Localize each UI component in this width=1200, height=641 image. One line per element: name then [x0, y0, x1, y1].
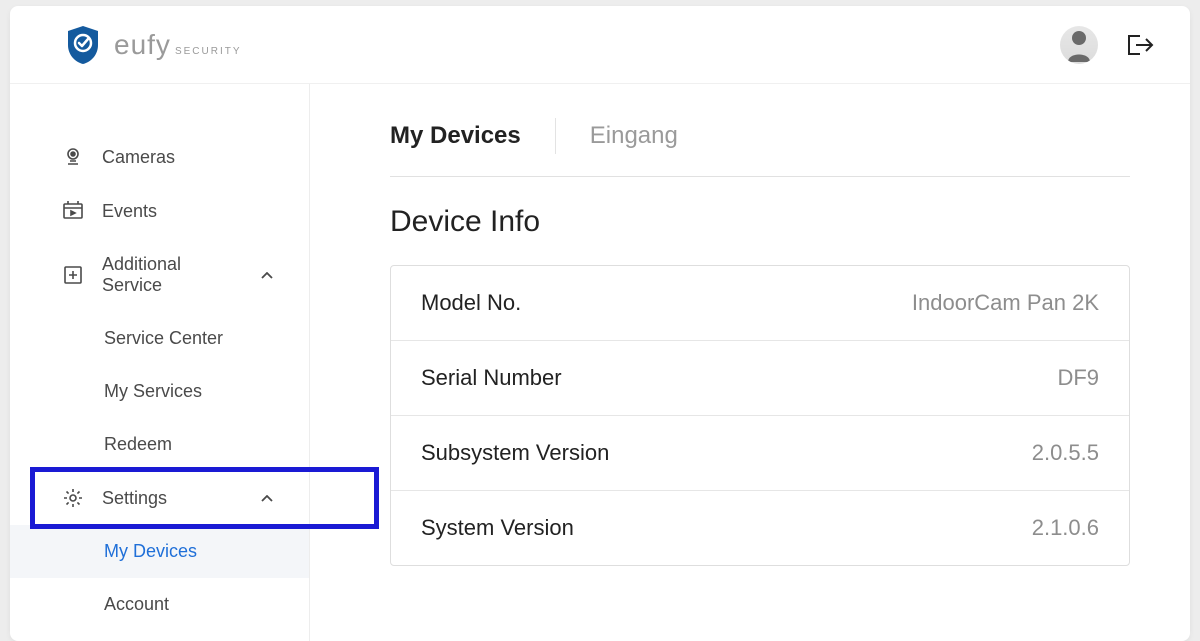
sidebar-item-label: Settings [102, 488, 167, 509]
chevron-up-icon [261, 490, 273, 506]
sidebar-sub-label: Account [104, 594, 169, 614]
info-row-subsystem: Subsystem Version 2.0.5.5 [391, 416, 1129, 491]
sidebar-item-label: Events [102, 201, 157, 222]
sidebar-sub-label: My Devices [104, 541, 197, 561]
main: My Devices Eingang Device Info Model No.… [310, 84, 1190, 641]
sidebar-sub-label: My Services [104, 381, 202, 401]
chevron-up-icon [261, 267, 273, 283]
info-value: DF9 [1057, 365, 1099, 391]
logout-icon[interactable] [1126, 33, 1154, 57]
tab-eingang[interactable]: Eingang [590, 122, 678, 150]
info-row-system: System Version 2.1.0.6 [391, 491, 1129, 565]
sidebar-item-label: Cameras [102, 147, 175, 168]
sidebar-sub-label: Redeem [104, 434, 172, 454]
sidebar-item-label: Additional Service [102, 254, 243, 296]
sidebar: Cameras Events [10, 84, 310, 641]
sidebar-sub-account[interactable]: Account [10, 578, 309, 631]
header: eufySECURITY [10, 6, 1190, 84]
device-info-card: Model No. IndoorCam Pan 2K Serial Number… [390, 265, 1130, 566]
camera-icon [62, 146, 84, 168]
section-title: Device Info [390, 205, 1130, 239]
sidebar-item-additional-service[interactable]: Additional Service [10, 238, 309, 312]
sidebar-sub-my-services[interactable]: My Services [10, 365, 309, 418]
content: Cameras Events [10, 84, 1190, 641]
sidebar-sub-service-center[interactable]: Service Center [10, 312, 309, 365]
info-row-model: Model No. IndoorCam Pan 2K [391, 266, 1129, 341]
tab-label: Eingang [590, 122, 678, 149]
sidebar-item-cameras[interactable]: Cameras [10, 130, 309, 184]
info-value: 2.1.0.6 [1032, 515, 1099, 541]
tab-label: My Devices [390, 122, 521, 149]
info-value: 2.0.5.5 [1032, 440, 1099, 466]
info-row-serial: Serial Number DF9 [391, 341, 1129, 416]
app-window: eufySECURITY [10, 6, 1190, 641]
info-label: Serial Number [421, 365, 562, 391]
brand: eufySECURITY [66, 25, 242, 65]
plus-box-icon [62, 264, 84, 286]
tab-divider [555, 118, 556, 154]
brand-shield-icon [66, 25, 100, 65]
sidebar-item-settings[interactable]: Settings [10, 471, 309, 525]
sidebar-sub-redeem[interactable]: Redeem [10, 418, 309, 471]
info-label: Model No. [421, 290, 521, 316]
gear-icon [62, 487, 84, 509]
info-label: Subsystem Version [421, 440, 609, 466]
sidebar-sub-my-devices[interactable]: My Devices [10, 525, 309, 578]
tab-my-devices[interactable]: My Devices [390, 122, 521, 150]
header-right [1060, 26, 1154, 64]
tabs: My Devices Eingang [390, 118, 1130, 177]
sidebar-item-events[interactable]: Events [10, 184, 309, 238]
avatar[interactable] [1060, 26, 1098, 64]
brand-wordmark: eufySECURITY [114, 29, 242, 61]
info-value: IndoorCam Pan 2K [912, 290, 1099, 316]
info-label: System Version [421, 515, 574, 541]
events-icon [62, 200, 84, 222]
sidebar-sub-label: Service Center [104, 328, 223, 348]
